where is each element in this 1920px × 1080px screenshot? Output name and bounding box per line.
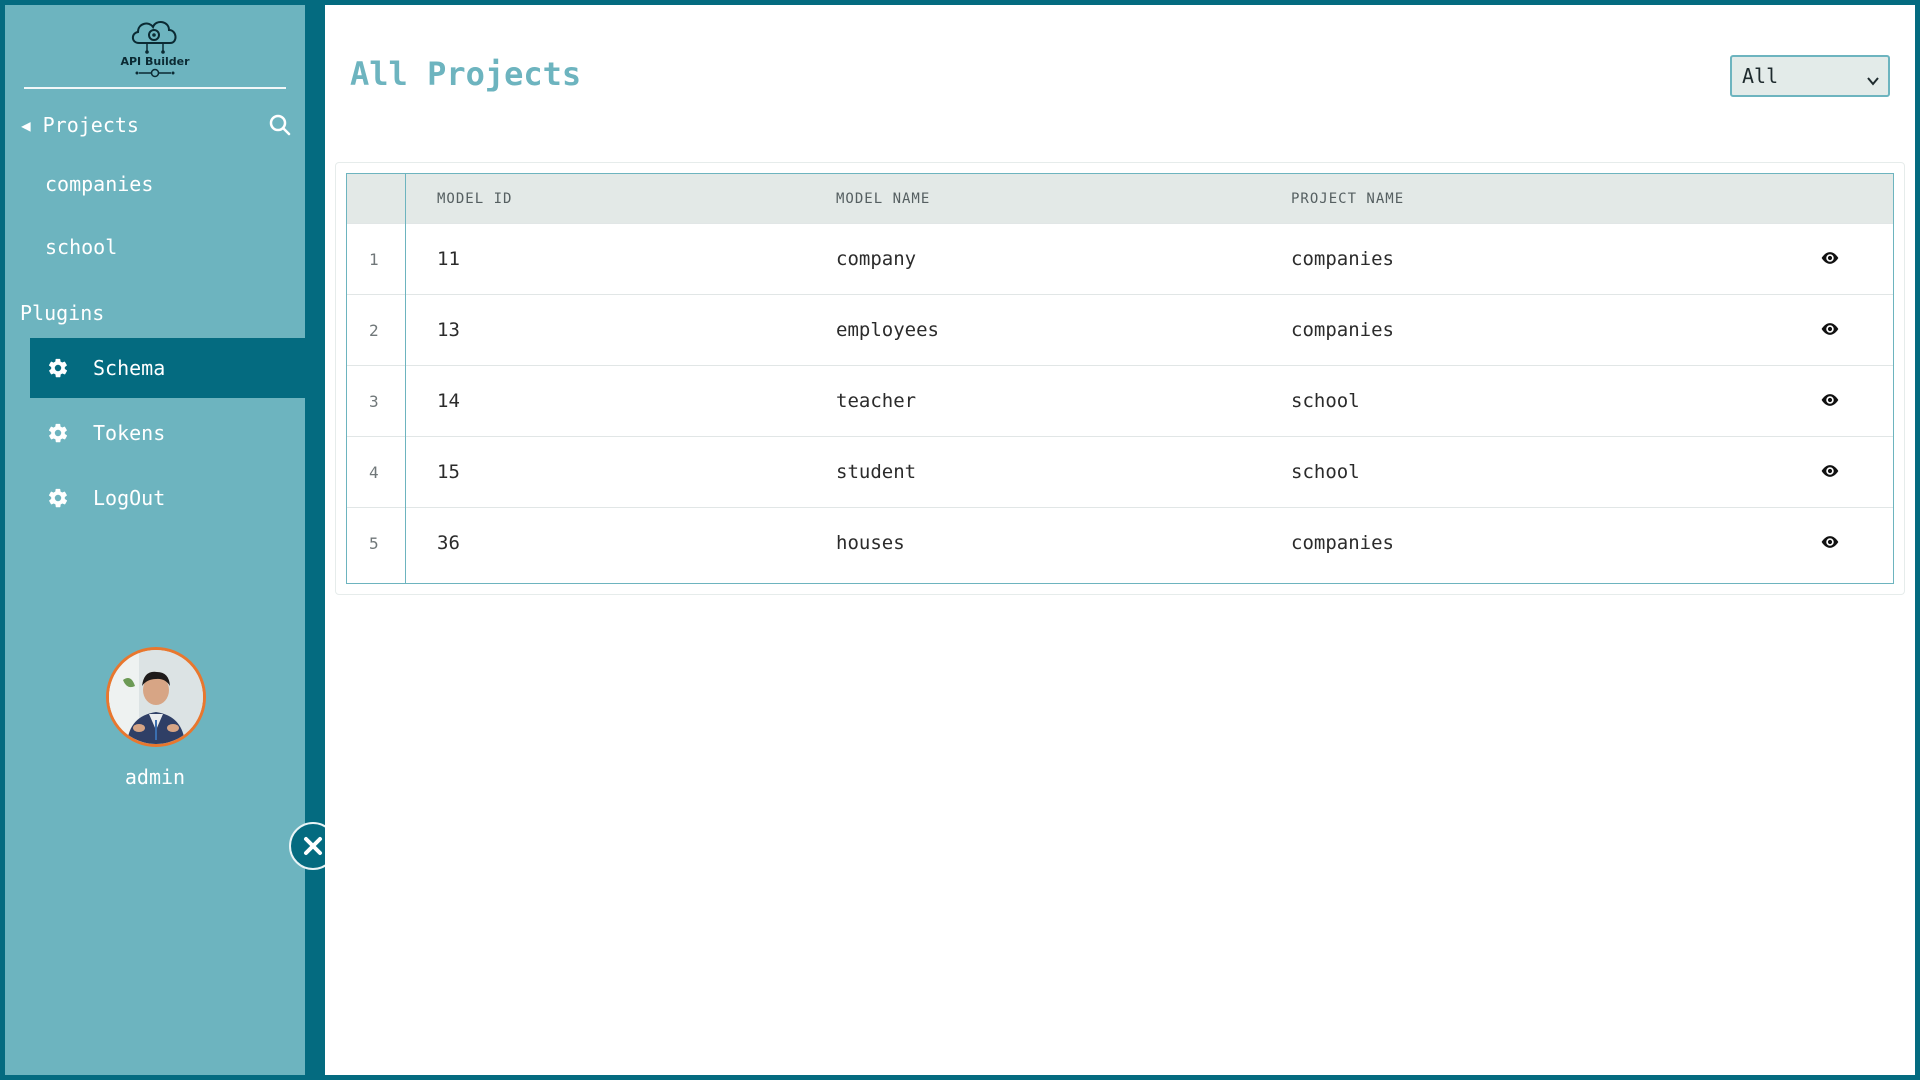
logo-circuit-icon — [135, 68, 175, 78]
table-header: MODEL ID MODEL NAME PROJECT NAME — [347, 174, 1893, 223]
app-logo[interactable]: API Builder — [5, 13, 305, 83]
sidebar-item-companies[interactable]: companies — [45, 172, 153, 196]
sidebar-item-tokens[interactable]: Tokens — [30, 403, 305, 463]
model-name-cell: employees — [836, 319, 939, 341]
table-row: 4 15 student school — [347, 436, 1893, 507]
user-name: admin — [124, 765, 186, 789]
table-row: 1 11 company companies — [347, 223, 1893, 294]
row-index: 4 — [369, 463, 379, 482]
model-name-cell: teacher — [836, 390, 917, 412]
view-eye-icon[interactable] — [1820, 461, 1840, 485]
model-id-cell: 15 — [437, 461, 460, 483]
page-title: All Projects — [350, 55, 582, 93]
sidebar-item-school[interactable]: school — [45, 235, 117, 259]
gear-icon — [47, 422, 69, 444]
sidebar: API Builder ◀ Projects companies school … — [5, 5, 305, 1075]
sidebar-item-logout[interactable]: LogOut — [30, 468, 305, 528]
model-name-cell: company — [836, 248, 917, 270]
row-index: 3 — [369, 392, 379, 411]
model-id-cell: 13 — [437, 319, 460, 341]
gear-icon — [47, 357, 69, 379]
projects-label: Projects — [42, 113, 139, 137]
caret-left-icon[interactable]: ◀ — [21, 116, 31, 135]
row-index: 2 — [369, 321, 379, 340]
projects-header[interactable]: ◀ Projects — [21, 110, 291, 140]
column-header-model-name[interactable]: MODEL NAME — [836, 191, 930, 207]
project-filter-select[interactable]: All — [1730, 55, 1890, 97]
project-name-cell: companies — [1291, 248, 1394, 270]
sidebar-item-schema[interactable]: Schema — [30, 338, 305, 398]
avatar[interactable] — [106, 647, 206, 747]
view-eye-icon[interactable] — [1820, 319, 1840, 343]
main-panel: All Projects All MODEL ID MODEL NAME PRO… — [325, 5, 1915, 1075]
model-id-cell: 14 — [437, 390, 460, 412]
model-name-cell: houses — [836, 532, 905, 554]
cloud-gear-logo-icon — [131, 21, 177, 54]
view-eye-icon[interactable] — [1820, 248, 1840, 272]
index-column-divider — [405, 174, 406, 583]
search-icon[interactable] — [269, 114, 291, 141]
logo-text: API Builder — [120, 55, 190, 68]
view-eye-icon[interactable] — [1820, 390, 1840, 414]
project-name-cell: school — [1291, 390, 1360, 412]
chevron-down-icon — [1866, 69, 1880, 93]
view-eye-icon[interactable] — [1820, 532, 1840, 556]
model-id-cell: 11 — [437, 248, 460, 270]
sidebar-item-label: LogOut — [93, 486, 166, 510]
row-index: 5 — [369, 534, 379, 553]
logo-divider — [24, 87, 286, 89]
sidebar-item-label: Schema — [93, 356, 166, 380]
project-name-cell: school — [1291, 461, 1360, 483]
column-header-project-name[interactable]: PROJECT NAME — [1291, 191, 1404, 207]
project-name-cell: companies — [1291, 319, 1394, 341]
model-name-cell: student — [836, 461, 917, 483]
table-row: 3 14 teacher school — [347, 365, 1893, 436]
gear-icon — [47, 487, 69, 509]
models-table: MODEL ID MODEL NAME PROJECT NAME 1 11 co… — [346, 173, 1894, 584]
filter-selected-value: All — [1742, 64, 1779, 88]
table-row: 2 13 employees companies — [347, 294, 1893, 365]
project-name-cell: companies — [1291, 532, 1394, 554]
row-index: 1 — [369, 250, 379, 269]
plugins-label: Plugins — [20, 301, 105, 325]
close-icon — [304, 837, 322, 855]
sidebar-item-label: Tokens — [93, 421, 166, 445]
table-row: 5 36 houses companies — [347, 507, 1893, 578]
model-id-cell: 36 — [437, 532, 460, 554]
column-header-model-id[interactable]: MODEL ID — [437, 191, 512, 207]
